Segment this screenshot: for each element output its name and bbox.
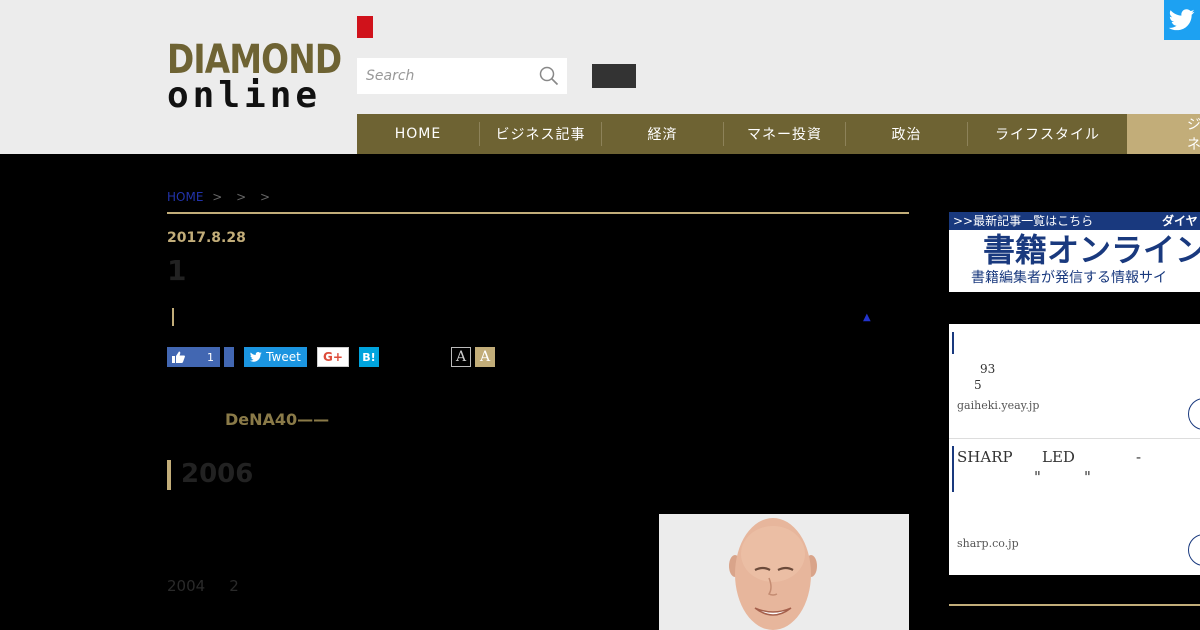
google-plus-button[interactable]: G+ bbox=[317, 347, 349, 367]
portrait-image bbox=[659, 514, 909, 630]
banner-latest-link[interactable]: >>最新記事一覧はこちら bbox=[953, 214, 1093, 228]
body-year: 2004 bbox=[167, 577, 206, 595]
banner-title: 書籍オンライン bbox=[983, 231, 1200, 269]
ad-dash: - bbox=[1136, 448, 1142, 466]
ad-accent-bar bbox=[952, 332, 954, 354]
ad-arrow-button[interactable] bbox=[1188, 534, 1200, 566]
body-number: 2 bbox=[229, 577, 239, 595]
ad-source: sharp.co.jp bbox=[957, 537, 1019, 550]
nav-active-item[interactable]: ビジネス bbox=[1127, 114, 1200, 154]
search-submit-button[interactable] bbox=[592, 64, 636, 88]
nav-lifestyle[interactable]: ライフスタイル bbox=[968, 114, 1127, 154]
search-box[interactable] bbox=[357, 58, 567, 94]
article-title: 1 bbox=[167, 254, 187, 287]
twitter-icon bbox=[250, 352, 262, 362]
nav-home[interactable]: HOME bbox=[357, 114, 479, 154]
site-logo[interactable]: DIAMOND online bbox=[167, 37, 342, 116]
main-nav: HOME ビジネス記事 経済 マネー投資 政治 ライフスタイル ビジネス bbox=[357, 114, 1200, 154]
font-size-large-button[interactable]: A bbox=[475, 347, 495, 367]
author-accent-bar bbox=[172, 308, 174, 326]
search-input[interactable] bbox=[366, 66, 526, 86]
breadcrumb: HOME > > > bbox=[167, 190, 275, 204]
ad-accent-bar bbox=[952, 446, 954, 492]
nav-politics[interactable]: 政治 bbox=[846, 114, 967, 154]
ad-quote-open: " bbox=[1034, 468, 1041, 486]
facebook-like-count: 1 bbox=[207, 350, 214, 364]
breadcrumb-divider bbox=[167, 212, 909, 214]
ad-divider bbox=[949, 438, 1200, 439]
banner-header-right: ダイヤ bbox=[1162, 214, 1198, 228]
ad-quote-close: " bbox=[1084, 468, 1091, 486]
tweet-label: Tweet bbox=[266, 350, 301, 364]
logo-text-diamond: DIAMOND bbox=[167, 37, 342, 83]
tweet-button[interactable]: Tweet bbox=[244, 347, 307, 367]
banner-subtitle: 書籍編集者が発信する情報サイ bbox=[971, 270, 1167, 286]
sidebar-divider bbox=[949, 604, 1200, 606]
logo-text-online: online bbox=[167, 75, 322, 116]
ad-brand: SHARP bbox=[957, 448, 1013, 466]
article-date: 2017.8.28 bbox=[167, 230, 246, 246]
breadcrumb-separator: > bbox=[260, 190, 271, 204]
ad-source: gaiheki.yeay.jp bbox=[957, 399, 1040, 412]
nav-business[interactable]: ビジネス記事 bbox=[480, 114, 601, 154]
ad-panel: 93 5 gaiheki.yeay.jp SHARP LED - " " sha… bbox=[949, 324, 1200, 575]
ad-product: LED bbox=[1042, 448, 1075, 466]
hatena-bookmark-button[interactable]: B! bbox=[359, 347, 379, 367]
article-lead: DeNA40—— bbox=[225, 410, 330, 429]
font-size-small-button[interactable]: A bbox=[451, 347, 471, 367]
facebook-share-button[interactable] bbox=[224, 347, 234, 367]
thumbs-up-icon bbox=[172, 351, 185, 363]
breadcrumb-home-link[interactable]: HOME bbox=[167, 190, 203, 204]
ad-arrow-button[interactable] bbox=[1188, 398, 1200, 430]
breadcrumb-separator: > bbox=[236, 190, 247, 204]
nav-money[interactable]: マネー投資 bbox=[724, 114, 845, 154]
twitter-icon bbox=[1169, 9, 1195, 31]
ad-text-line: 5 bbox=[974, 378, 982, 392]
section-heading: 2006 bbox=[181, 459, 254, 489]
nav-economy[interactable]: 経済 bbox=[602, 114, 723, 154]
site-header: DIAMOND online HOME ビジネス記事 経済 マネー投資 政治 ラ… bbox=[0, 0, 1200, 154]
red-marker bbox=[357, 16, 373, 38]
up-arrow-icon[interactable]: ▲ bbox=[863, 312, 871, 323]
article-photo bbox=[659, 514, 909, 630]
search-icon[interactable] bbox=[539, 66, 559, 86]
breadcrumb-separator: > bbox=[212, 190, 223, 204]
ad-text-line: 93 bbox=[980, 362, 996, 376]
facebook-like-button[interactable]: 1 bbox=[167, 347, 220, 367]
books-online-banner[interactable]: >>最新記事一覧はこちら ダイヤ 書籍オンライン 書籍編集者が発信する情報サイ bbox=[949, 212, 1200, 292]
banner-header: >>最新記事一覧はこちら ダイヤ bbox=[949, 212, 1200, 230]
section-accent-bar bbox=[167, 460, 171, 490]
article-paragraph: 2004 2 bbox=[167, 577, 239, 595]
twitter-button[interactable] bbox=[1164, 0, 1200, 40]
